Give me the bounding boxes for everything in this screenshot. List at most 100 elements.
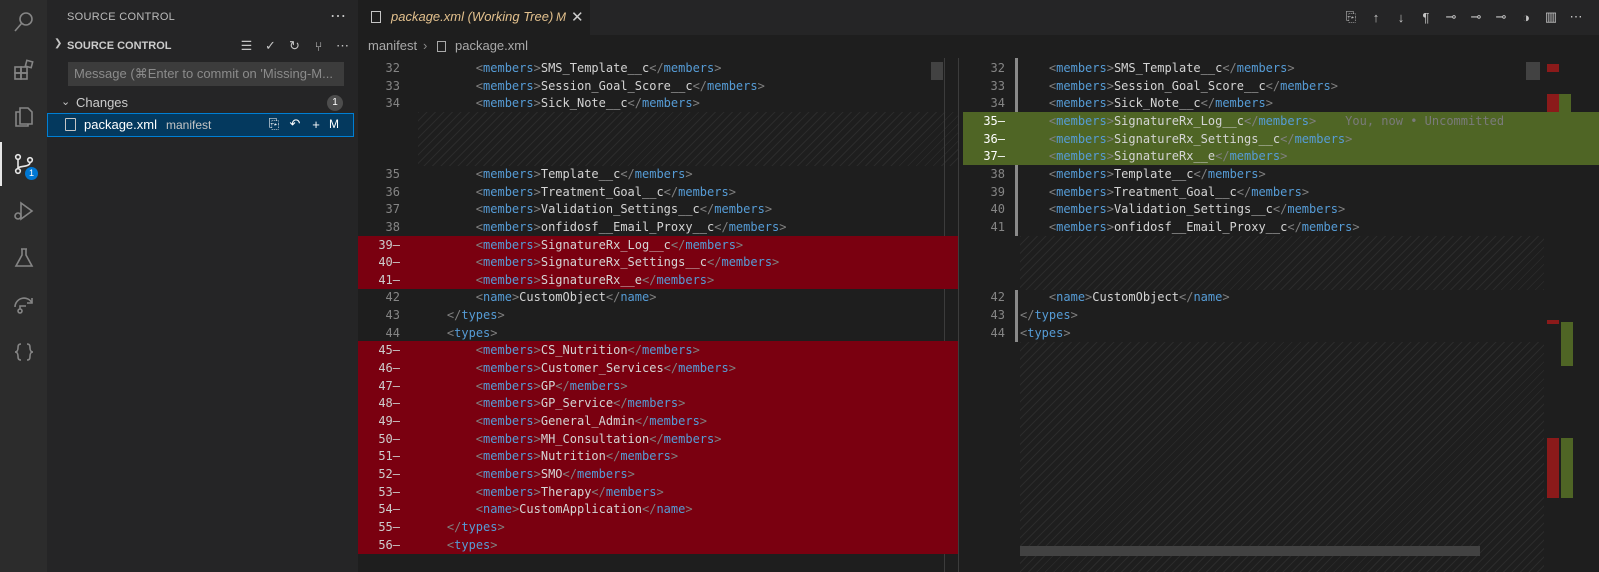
code-line[interactable]: 39— <members>SignatureRx_Log__c</members… <box>358 236 958 254</box>
code-line[interactable]: 41 <members>onfidosf__Email_Proxy__c</me… <box>963 218 1599 236</box>
modified-pane[interactable]: 32 <members>SMS_Template__c</members> 33 … <box>963 58 1599 572</box>
xml-bracket: > <box>1106 149 1114 163</box>
xml-bracket: > <box>1309 114 1317 128</box>
xml-bracket: > <box>1222 290 1230 304</box>
code-line[interactable]: 38 <members>Template__c</members> <box>963 165 1599 183</box>
timeline-icon[interactable]: ◑ <box>1517 8 1535 26</box>
code-line[interactable]: 37 <members>Validation_Settings__c</memb… <box>358 200 958 218</box>
code-line[interactable]: 49— <members>General_Admin</members> <box>358 412 958 430</box>
close-icon[interactable]: ✕ <box>571 8 584 26</box>
more-actions-icon[interactable]: ⋯ <box>330 6 346 26</box>
braces-icon[interactable] <box>0 330 47 374</box>
code-line[interactable]: 38 <members>onfidosf__Email_Proxy__c</me… <box>358 218 958 236</box>
xml-bracket: > <box>533 255 541 269</box>
tab-package-xml[interactable]: package.xml (Working Tree) M ✕ <box>358 0 590 35</box>
breadcrumb-file[interactable]: package.xml <box>455 38 528 53</box>
breadcrumb-folder[interactable]: manifest <box>368 38 417 53</box>
code-line[interactable]: 32 <members>SMS_Template__c</members> <box>963 59 1599 77</box>
line-code: <members>SignatureRx_Settings__c</member… <box>1020 130 1352 148</box>
xml-bracket: > <box>1337 202 1346 216</box>
extensions-icon[interactable] <box>0 48 47 92</box>
editor-more-icon[interactable]: ⋯ <box>1567 8 1585 26</box>
xml-tag: members <box>1215 96 1266 110</box>
tree-view-icon[interactable]: ☰ <box>238 37 255 55</box>
git-commit-prev-icon[interactable]: ⊸ <box>1467 8 1485 26</box>
next-change-icon[interactable]: ↓ <box>1392 8 1410 26</box>
stage-changes-icon[interactable]: + <box>308 115 324 133</box>
source-control-icon[interactable]: 1 <box>0 142 47 186</box>
code-line[interactable]: 51— <members>Nutrition</members> <box>358 447 958 465</box>
whitespace-icon[interactable]: ¶ <box>1417 8 1435 26</box>
search-icon[interactable] <box>0 0 47 44</box>
open-file-icon[interactable]: ⎘ <box>266 115 282 133</box>
testing-icon[interactable] <box>0 236 47 280</box>
code-line[interactable]: 54— <name>CustomApplication</name> <box>358 500 958 518</box>
line-code: <members>Treatment_Goal__c</members> <box>418 183 736 201</box>
code-line[interactable]: 52— <members>SMO</members> <box>358 465 958 483</box>
split-editor-icon[interactable]: ▥ <box>1542 8 1560 26</box>
code-line[interactable]: 56— <types> <box>358 536 958 554</box>
run-debug-icon[interactable] <box>0 189 47 233</box>
commit-check-icon[interactable]: ✓ <box>262 37 279 55</box>
xml-bracket: > <box>678 396 686 410</box>
xml-value: CS_Nutrition <box>540 343 628 357</box>
code-line[interactable]: 44 <types> <box>358 324 958 342</box>
code-line[interactable]: 40 <members>Validation_Settings__c</memb… <box>963 200 1599 218</box>
code-line[interactable]: 35— <members>SignatureRx_Log__c</members… <box>963 112 1599 130</box>
code-line[interactable]: 41— <members>SignatureRx__e</members> <box>358 271 958 289</box>
code-line[interactable]: 42 <name>CustomObject</name> <box>358 288 958 306</box>
previous-change-icon[interactable]: ↑ <box>1367 8 1385 26</box>
remote-icon[interactable] <box>0 283 47 327</box>
code-line[interactable]: 36— <members>SignatureRx_Settings__c</me… <box>963 130 1599 148</box>
git-commit-next-icon[interactable]: ⊸ <box>1492 8 1510 26</box>
xml-tag: members <box>707 79 758 93</box>
discard-changes-icon[interactable]: ↶ <box>287 115 303 133</box>
line-code: <name>CustomApplication</name> <box>418 500 693 518</box>
code-line[interactable]: 39 <members>Treatment_Goal__c</members> <box>963 183 1599 201</box>
git-commit-icon[interactable]: ⊸ <box>1442 8 1460 26</box>
code-line[interactable]: 34 <members>Sick_Note__c</members> <box>358 94 958 112</box>
xml-bracket: < <box>475 290 484 304</box>
source-control-section-header[interactable]: ❯ SOURCE CONTROL ☰ ✓ ↻ ⑂ ⋯ <box>48 36 358 58</box>
code-line[interactable]: 44 <types> <box>963 324 1599 342</box>
branch-graph-icon[interactable]: ⑂ <box>310 37 327 55</box>
xml-bracket: < <box>475 96 484 110</box>
explorer-icon[interactable] <box>0 95 47 139</box>
xml-tag: members <box>483 467 534 481</box>
code-line[interactable]: 42 <name>CustomObject</name> <box>963 288 1599 306</box>
xml-bracket: </ <box>613 396 628 410</box>
code-line[interactable]: 36 <members>Treatment_Goal__c</members> <box>358 183 958 201</box>
xml-bracket: > <box>620 379 628 393</box>
code-line[interactable]: 43 </types> <box>963 306 1599 324</box>
code-line[interactable]: 34 <members>Sick_Note__c</members> <box>963 94 1599 112</box>
changed-file-item[interactable]: package.xml manifest ⎘ ↶ + M <box>47 113 354 137</box>
code-line[interactable]: 37— <members>SignatureRx__e</members> <box>963 147 1599 165</box>
changes-group[interactable]: ⌄ Changes 1 <box>48 92 358 114</box>
line-code: <members>SMS_Template__c</members> <box>418 59 722 77</box>
commit-message-input[interactable]: Message (⌘Enter to commit on 'Missing-M.… <box>68 62 344 86</box>
code-line[interactable]: 40— <members>SignatureRx_Settings__c</me… <box>358 253 958 271</box>
xml-bracket: </ <box>1287 220 1302 234</box>
open-file-icon[interactable]: ⎘ <box>1342 8 1360 26</box>
code-line[interactable]: 47— <members>GP</members> <box>358 377 958 395</box>
line-number: 51— <box>378 449 400 463</box>
code-line[interactable]: 45— <members>CS_Nutrition</members> <box>358 341 958 359</box>
code-line[interactable]: 33 <members>Session_Goal_Score__c</membe… <box>358 77 958 95</box>
original-pane[interactable]: 32 <members>SMS_Template__c</members> 33 … <box>358 58 958 572</box>
code-line[interactable]: 43 </types> <box>358 306 958 324</box>
horizontal-scrollbar[interactable] <box>1020 546 1480 556</box>
code-line[interactable]: 53— <members>Therapy</members> <box>358 483 958 501</box>
code-line[interactable]: 33 <members>Session_Goal_Score__c</membe… <box>963 77 1599 95</box>
code-line[interactable]: 35 <members>Template__c</members> <box>358 165 958 183</box>
section-title: SOURCE CONTROL <box>67 40 172 52</box>
code-line[interactable]: 32 <members>SMS_Template__c</members> <box>358 59 958 77</box>
code-line[interactable]: 50— <members>MH_Consultation</members> <box>358 430 958 448</box>
section-more-icon[interactable]: ⋯ <box>334 37 351 55</box>
xml-bracket: > <box>685 167 693 181</box>
code-line[interactable]: 48— <members>GP_Service</members> <box>358 394 958 412</box>
xml-bracket: > <box>533 467 541 481</box>
refresh-icon[interactable]: ↻ <box>286 37 303 55</box>
code-line[interactable]: 46— <members>Customer_Services</members> <box>358 359 958 377</box>
code-line[interactable]: 55— </types> <box>358 518 958 536</box>
xml-bracket: </ <box>605 290 621 304</box>
